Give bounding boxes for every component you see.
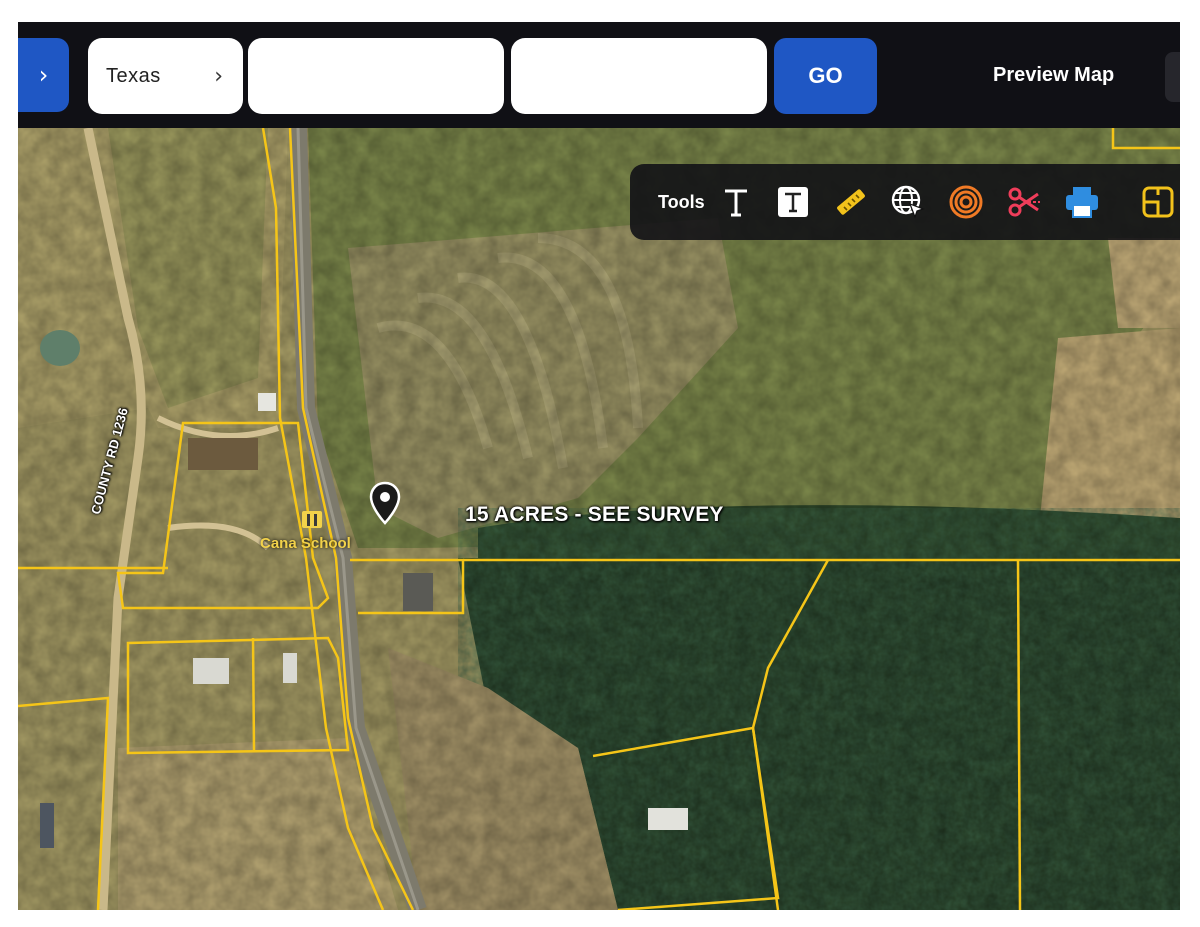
text-icon[interactable] [718, 184, 754, 220]
ruler-icon[interactable] [833, 184, 869, 220]
pond [40, 330, 80, 366]
expand-panel-button[interactable]: › [18, 38, 69, 112]
tools-label: Tools [658, 192, 705, 212]
top-toolbar: › Texas › GO Preview Map [18, 22, 1180, 128]
building [193, 658, 229, 684]
radius-rings-icon[interactable] [948, 184, 984, 220]
state-value: Texas [106, 64, 161, 87]
menu-button[interactable] [1165, 52, 1180, 102]
tools-panel: Tools [630, 164, 1180, 240]
building [40, 803, 54, 848]
location-pin-icon[interactable] [368, 481, 402, 525]
county-field[interactable] [248, 38, 504, 114]
search-input[interactable] [511, 38, 767, 114]
search-field[interactable] [511, 38, 767, 114]
globe-cursor-icon[interactable] [890, 184, 926, 220]
layers-icon[interactable] [1140, 184, 1176, 220]
state-selector[interactable]: Texas › [88, 38, 243, 114]
map-app-frame: › Texas › GO Preview Map 15 ACRES - SEE … [18, 22, 1180, 910]
parcel-line [251, 637, 256, 751]
go-button[interactable]: GO [774, 38, 877, 114]
scissors-icon[interactable] [1006, 184, 1042, 220]
building [188, 438, 258, 470]
school-icon[interactable] [300, 508, 324, 530]
parcel-acreage-label: 15 ACRES - SEE SURVEY [465, 503, 724, 526]
poi-label: Cana School [260, 535, 351, 552]
building [403, 573, 433, 611]
preview-map-button[interactable]: Preview Map [993, 64, 1114, 87]
text-box-icon[interactable] [775, 184, 811, 220]
print-icon[interactable] [1064, 184, 1100, 220]
building [648, 808, 688, 830]
building [283, 653, 297, 683]
building [258, 393, 276, 411]
county-input[interactable] [248, 38, 504, 114]
chevron-right-icon: › [214, 63, 223, 89]
